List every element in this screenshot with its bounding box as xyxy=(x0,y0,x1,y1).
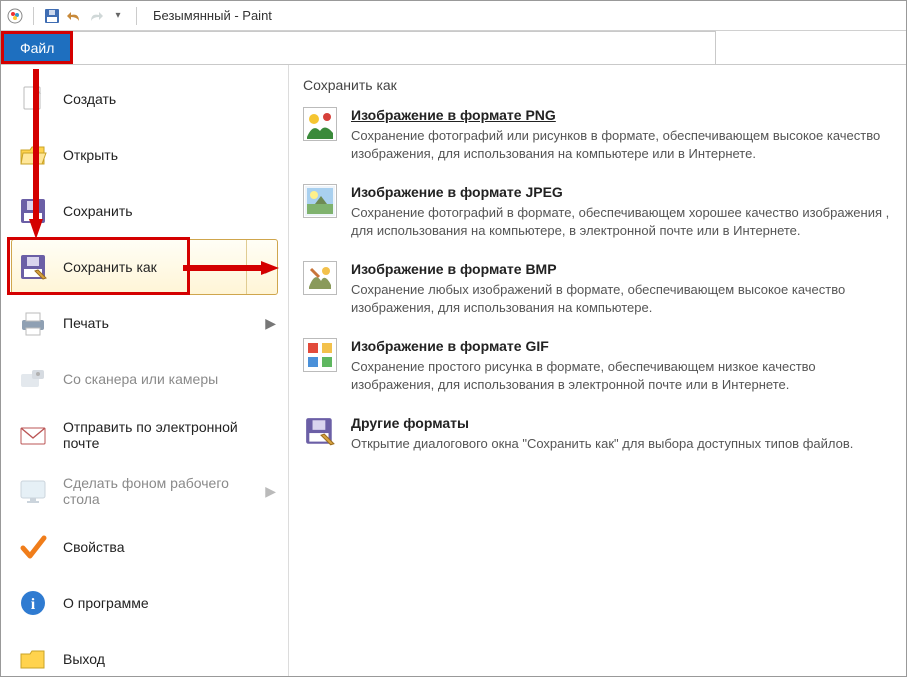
chevron-right-icon: ▶ xyxy=(265,259,276,276)
menu-new-label: Создать xyxy=(63,91,276,107)
qat-divider xyxy=(33,7,34,25)
format-gif[interactable]: Изображение в формате GIF Сохранение про… xyxy=(303,338,892,393)
format-bmp-desc: Сохранение любых изображений в формате, … xyxy=(351,281,892,316)
menu-about[interactable]: i О программе xyxy=(1,575,288,631)
tab-file[interactable]: Файл xyxy=(1,31,73,64)
menu-open[interactable]: Открыть xyxy=(1,127,288,183)
format-gif-desc: Сохранение простого рисунка в формате, о… xyxy=(351,358,892,393)
undo-icon[interactable] xyxy=(66,8,82,24)
other-formats-icon xyxy=(303,415,337,449)
ribbon-area xyxy=(73,31,716,64)
window-title: Безымянный - Paint xyxy=(153,8,272,23)
qat-divider-2 xyxy=(136,7,137,25)
wallpaper-icon xyxy=(17,475,49,507)
format-jpeg-desc: Сохранение фотографий в формате, обеспеч… xyxy=(351,204,892,239)
format-other-desc: Открытие диалогового окна "Сохранить как… xyxy=(351,435,853,453)
format-other-title: Другие форматы xyxy=(351,415,853,431)
print-icon xyxy=(17,307,49,339)
jpeg-icon xyxy=(303,184,337,218)
svg-text:i: i xyxy=(31,596,36,613)
format-png-desc: Сохранение фотографий или рисунков в фор… xyxy=(351,127,892,162)
format-png[interactable]: Изображение в формате PNG Сохранение фот… xyxy=(303,107,892,162)
format-jpeg-title: Изображение в формате JPEG xyxy=(351,184,892,200)
format-jpeg[interactable]: Изображение в формате JPEG Сохранение фо… xyxy=(303,184,892,239)
checkmark-icon xyxy=(17,531,49,563)
menu-email[interactable]: Отправить по электронной почте xyxy=(1,407,288,463)
info-icon: i xyxy=(17,587,49,619)
format-png-title: Изображение в формате PNG xyxy=(351,107,892,123)
menu-properties-label: Свойства xyxy=(63,539,276,555)
new-icon xyxy=(17,83,49,115)
menu-about-label: О программе xyxy=(63,595,276,611)
menu-save[interactable]: Сохранить xyxy=(1,183,288,239)
scanner-icon xyxy=(17,363,49,395)
menu-save-label: Сохранить xyxy=(63,203,276,219)
menu-saveas-label: Сохранить как xyxy=(63,259,251,275)
menu-wallpaper: Сделать фоном рабочего стола ▶ xyxy=(1,463,288,519)
menu-open-label: Открыть xyxy=(63,147,276,163)
menu-new[interactable]: Создать xyxy=(1,71,288,127)
qat-dropdown-icon[interactable]: ▾ xyxy=(110,8,126,24)
format-other[interactable]: Другие форматы Открытие диалогового окна… xyxy=(303,415,892,453)
file-menu-panel: Создать Открыть Сохранить Сохранить как xyxy=(1,65,906,676)
chevron-right-icon: ▶ xyxy=(265,315,276,332)
format-bmp[interactable]: Изображение в формате BMP Сохранение люб… xyxy=(303,261,892,316)
open-icon xyxy=(17,139,49,171)
menu-print-label: Печать xyxy=(63,315,251,331)
email-icon xyxy=(17,419,49,451)
png-icon xyxy=(303,107,337,141)
tab-file-label: Файл xyxy=(20,40,54,56)
title-bar: ▾ Безымянный - Paint xyxy=(1,1,906,31)
format-gif-title: Изображение в формате GIF xyxy=(351,338,892,354)
saveas-icon xyxy=(17,251,49,283)
menu-exit-label: Выход xyxy=(63,651,276,667)
app-icon xyxy=(7,8,23,24)
gif-icon xyxy=(303,338,337,372)
menu-properties[interactable]: Свойства xyxy=(1,519,288,575)
saveas-submenu: Сохранить как Изображение в формате PNG … xyxy=(289,65,906,676)
save-icon[interactable] xyxy=(44,8,60,24)
menu-scanner: Со сканера или камеры xyxy=(1,351,288,407)
submenu-heading: Сохранить как xyxy=(303,77,892,93)
menu-print[interactable]: Печать ▶ xyxy=(1,295,288,351)
menu-wallpaper-label: Сделать фоном рабочего стола xyxy=(63,475,251,507)
menu-email-label: Отправить по электронной почте xyxy=(63,419,276,451)
file-menu-left: Создать Открыть Сохранить Сохранить как xyxy=(1,65,289,676)
chevron-right-icon: ▶ xyxy=(265,483,276,500)
menu-exit[interactable]: Выход xyxy=(1,631,288,687)
bmp-icon xyxy=(303,261,337,295)
redo-icon[interactable] xyxy=(88,8,104,24)
format-bmp-title: Изображение в формате BMP xyxy=(351,261,892,277)
save-file-icon xyxy=(17,195,49,227)
menu-saveas[interactable]: Сохранить как ▶ xyxy=(1,239,288,295)
exit-icon xyxy=(17,643,49,675)
menu-scanner-label: Со сканера или камеры xyxy=(63,371,276,387)
ribbon-tabs: Файл xyxy=(1,31,906,65)
